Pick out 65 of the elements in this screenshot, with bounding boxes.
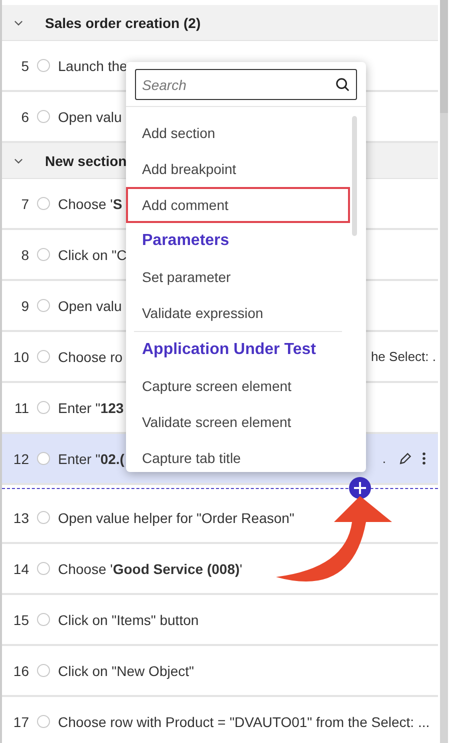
step-text: Choose 'Good Service (008)' [58,560,242,576]
radio-button[interactable] [37,59,50,72]
step-text: Launch the [58,58,128,74]
step-number: 9 [20,298,29,314]
step-number: 8 [20,246,29,262]
step-number: 6 [20,108,29,124]
radio-button[interactable] [37,197,50,210]
step-number: 17 [12,714,29,730]
step-row[interactable]: 16 Click on "New Object" [2,646,438,697]
step-number: 13 [12,510,29,526]
menu-item[interactable]: Validate expression [126,295,350,331]
menu-item[interactable]: Add breakpoint [126,151,350,187]
step-row[interactable]: 15 Click on "Items" button [2,595,438,646]
chevron-icon[interactable] [14,20,23,26]
section-title: Sales order creation (2) [45,14,201,30]
step-text: Click on "C [58,246,127,262]
step-number: 7 [20,196,29,212]
step-number: 16 [12,662,29,678]
step-text: Choose 'S [58,196,122,212]
step-text: Click on "New Object" [58,662,194,678]
radio-button[interactable] [37,248,50,261]
step-number: 10 [12,348,29,364]
radio-button[interactable] [37,715,50,728]
step-text: Choose ro [58,348,123,364]
step-number: 14 [12,560,29,576]
menu-item[interactable]: Capture tab title [126,440,350,476]
menu-item[interactable]: Capture screen element [126,368,350,404]
step-row[interactable]: 17 Choose row with Product = "DVAUTO01" from the Select: ... [2,697,438,743]
radio-button[interactable] [37,511,50,524]
more-icon[interactable] [422,452,426,465]
step-text: Choose row with Product = "DVAUTO01" from the Select: ... [58,714,430,730]
search-field[interactable]: Search [135,69,357,100]
menu-item[interactable]: Add comment [126,187,350,223]
step-number: 5 [20,58,29,74]
radio-button[interactable] [37,664,50,677]
step-text: Open value helper for "Order Reason" [58,510,294,526]
search-icon[interactable] [335,77,350,92]
radio-button[interactable] [37,350,50,363]
step-number: 11 [13,400,29,416]
radio-button[interactable] [37,562,50,575]
radio-button[interactable] [37,299,50,312]
menu-heading: Application Under Test [141,340,317,360]
add-step-button[interactable] [349,477,371,499]
step-number: 15 [12,612,29,628]
radio-button[interactable] [37,452,50,465]
menu-scrollbar[interactable] [352,116,357,236]
step-text: Open valu [58,298,122,314]
pencil-icon[interactable] [398,452,412,466]
menu-item[interactable]: Add section [126,115,350,151]
scrollbar[interactable] [440,0,448,743]
menu-item[interactable]: Set parameter [126,259,350,295]
step-text: Open valu [58,108,122,124]
radio-button[interactable] [37,110,50,123]
step-text: . [382,451,386,466]
menu-heading: Parameters [141,231,230,251]
radio-button[interactable] [37,401,50,414]
step-text: Click on "Items" button [58,612,199,628]
radio-button[interactable] [37,613,50,626]
step-text: he Select: . [370,349,436,364]
chevron-icon[interactable] [14,158,23,164]
step-text: Enter "123 [58,400,124,416]
step-number: 12 [12,450,29,466]
section-header[interactable]: Sales order creation (2) [2,5,438,41]
step-text: Enter "02.( [58,450,124,466]
section-title: New section [45,152,127,168]
